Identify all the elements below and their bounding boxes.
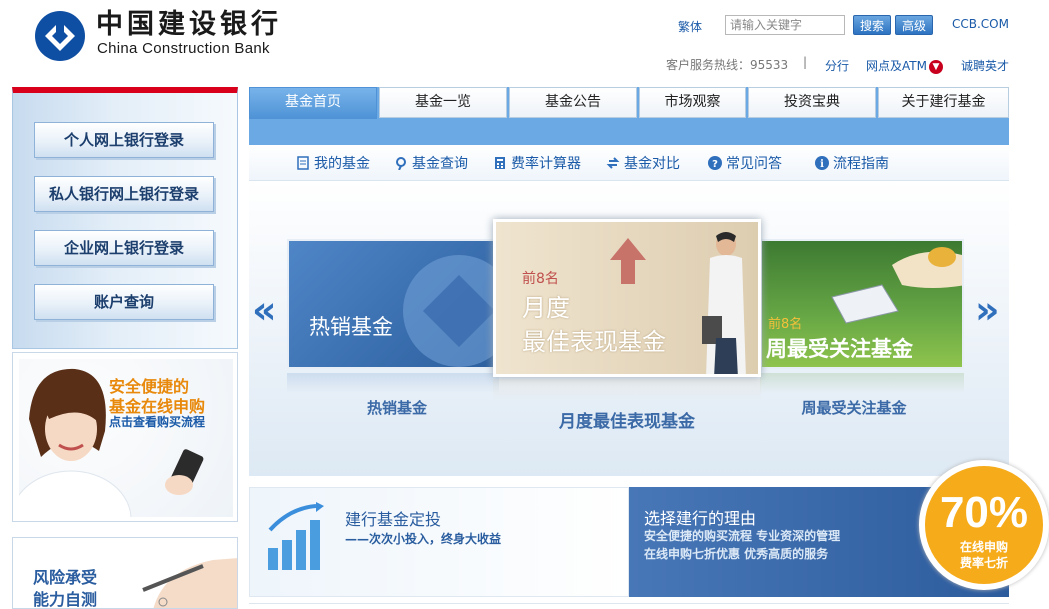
bar-growth-icon: [268, 502, 324, 570]
why-ccb-title: 选择建行的理由: [644, 509, 757, 528]
tab-fund-home[interactable]: 基金首页: [249, 87, 377, 119]
subnav-process-guide[interactable]: i 流程指南: [815, 153, 889, 173]
subnav-label: 常见问答: [726, 156, 782, 172]
subnav-fund-compare[interactable]: 基金对比: [606, 153, 680, 173]
header-separator: |: [803, 55, 808, 69]
calculator-icon: [495, 157, 505, 169]
subnav-fee-calculator[interactable]: 费率计算器: [493, 153, 581, 173]
monthly-fund-line1: 月度: [522, 294, 570, 322]
weekly-fund-title: 周最受关注基金: [766, 337, 913, 361]
fixed-investment-subtitle: ——次次小投入，终身大收益: [345, 532, 502, 546]
online-purchase-promo[interactable]: 安全便捷的 基金在线申购 点击查看购买流程: [12, 352, 238, 522]
tab-fund-list[interactable]: 基金一览: [379, 87, 507, 118]
svg-text:i: i: [820, 159, 824, 170]
sub-navigation: 我的基金 基金查询 费率计算器 基金对比 ? 常见问答 i 流程指南: [249, 145, 1009, 181]
bottom-divider: [249, 603, 1009, 604]
subnav-label: 费率计算器: [511, 156, 581, 172]
fixed-investment-banner[interactable]: 建行基金定投 ——次次小投入，终身大收益: [249, 487, 629, 597]
risk-promo-line2: 能力自测: [33, 590, 98, 609]
laptop-on-grass-image: [831, 247, 962, 324]
weekly-fund-card[interactable]: 前8名 周最受关注基金: [760, 239, 964, 369]
private-ebank-login-button[interactable]: 私人银行网上银行登录: [34, 176, 214, 212]
tab-about-ccb-fund[interactable]: 关于建行基金: [878, 87, 1009, 118]
hot-fund-title: 热销基金: [309, 315, 393, 339]
weekly-fund-reflection: [760, 373, 964, 393]
personal-ebank-login-button[interactable]: 个人网上银行登录: [34, 122, 214, 158]
up-arrow-icon: [610, 238, 646, 284]
hand-writing-image: [142, 558, 237, 608]
question-icon: ?: [708, 156, 722, 170]
account-query-button[interactable]: 账户查询: [34, 284, 214, 320]
monthly-fund-card[interactable]: 前8名 月度 最佳表现基金: [493, 219, 761, 377]
atm-link-label: 网点及ATM: [866, 59, 927, 73]
subnav-label: 基金查询: [412, 156, 468, 172]
atm-link[interactable]: 网点及ATM ▼: [866, 57, 943, 74]
promo-purchase-flow-link[interactable]: 点击查看购买流程: [109, 413, 205, 430]
advanced-search-button[interactable]: 高级: [895, 15, 933, 35]
discount-line2: 费率七折: [959, 556, 1008, 570]
search-icon: [396, 157, 406, 170]
fixed-investment-title: 建行基金定投: [345, 510, 442, 529]
why-ccb-line2: 在线申购七折优惠 优秀高质的服务: [644, 547, 829, 561]
hot-fund-caption[interactable]: 热销基金: [287, 397, 507, 418]
carousel-next-arrow[interactable]: »: [975, 288, 1000, 332]
subnav-faq[interactable]: ? 常见问答: [708, 153, 782, 173]
subnav-label: 流程指南: [833, 156, 889, 172]
monthly-fund-line2: 最佳表现基金: [522, 328, 666, 356]
ccb-logo[interactable]: 中国建设银行 China Construction Bank: [34, 8, 324, 64]
ccb-com-link[interactable]: CCB.COM: [952, 17, 1009, 31]
carousel-prev-arrow[interactable]: «: [252, 288, 277, 332]
hot-fund-card[interactable]: 热销基金: [287, 239, 499, 369]
chevron-down-icon: ▼: [928, 59, 943, 74]
svg-text:?: ?: [712, 159, 718, 170]
monthly-fund-caption[interactable]: 月度最佳表现基金: [493, 407, 761, 432]
businessman-image: [702, 232, 746, 374]
careers-link[interactable]: 诚聘英才: [961, 57, 1009, 74]
discount-percent: 70%: [939, 488, 1029, 537]
tab-market-watch[interactable]: 市场观察: [639, 87, 746, 118]
ccb-logo-icon: [35, 11, 85, 61]
subnav-label: 基金对比: [624, 156, 680, 172]
discount-line1: 在线申购: [959, 540, 1008, 554]
search-button[interactable]: 搜索: [853, 15, 891, 35]
why-ccb-line1: 安全便捷的购买流程 专业资深的管理: [644, 529, 841, 543]
subnav-fund-query[interactable]: 基金查询: [394, 153, 468, 173]
fee-discount-badge[interactable]: 70% 在线申购 费率七折: [919, 460, 1049, 590]
corporate-ebank-login-button[interactable]: 企业网上银行登录: [34, 230, 214, 266]
monthly-fund-badge: 前8名: [522, 271, 559, 287]
login-panel: 个人网上银行登录 私人银行网上银行登录 企业网上银行登录 账户查询: [12, 87, 238, 349]
monthly-fund-reflection: [493, 379, 761, 401]
tab-fund-announcements[interactable]: 基金公告: [509, 87, 637, 118]
subnav-my-fund[interactable]: 我的基金: [296, 153, 370, 173]
risk-promo-line1: 风险承受: [33, 568, 98, 587]
info-icon: i: [815, 156, 829, 170]
hot-fund-reflection: [287, 373, 499, 393]
branch-link[interactable]: 分行: [825, 57, 849, 74]
weekly-fund-badge: 前8名: [768, 317, 803, 332]
search-input[interactable]: [725, 15, 845, 35]
logo-chinese-name: 中国建设银行: [96, 9, 282, 40]
service-hotline: 客户服务热线：95533: [666, 58, 789, 72]
main-tab-bar: 基金首页 基金一览 基金公告 市场观察 投资宝典 关于建行基金: [249, 87, 1009, 145]
document-icon: [297, 156, 309, 170]
risk-assessment-promo[interactable]: 风险承受 能力自测: [12, 537, 238, 609]
subnav-label: 我的基金: [314, 156, 370, 172]
swap-icon: [606, 157, 620, 169]
weekly-fund-caption[interactable]: 周最受关注基金: [752, 397, 956, 418]
traditional-chinese-link[interactable]: 繁体: [678, 18, 702, 35]
tab-investment-guide[interactable]: 投资宝典: [748, 87, 876, 118]
logo-english-name: China Construction Bank: [97, 40, 270, 57]
ccb-watermark-icon: [403, 255, 497, 367]
fund-carousel: « » 热销基金 前8名 周最受关注基金 前8名 月度 最佳表现基金 热销基金 …: [249, 181, 1009, 476]
